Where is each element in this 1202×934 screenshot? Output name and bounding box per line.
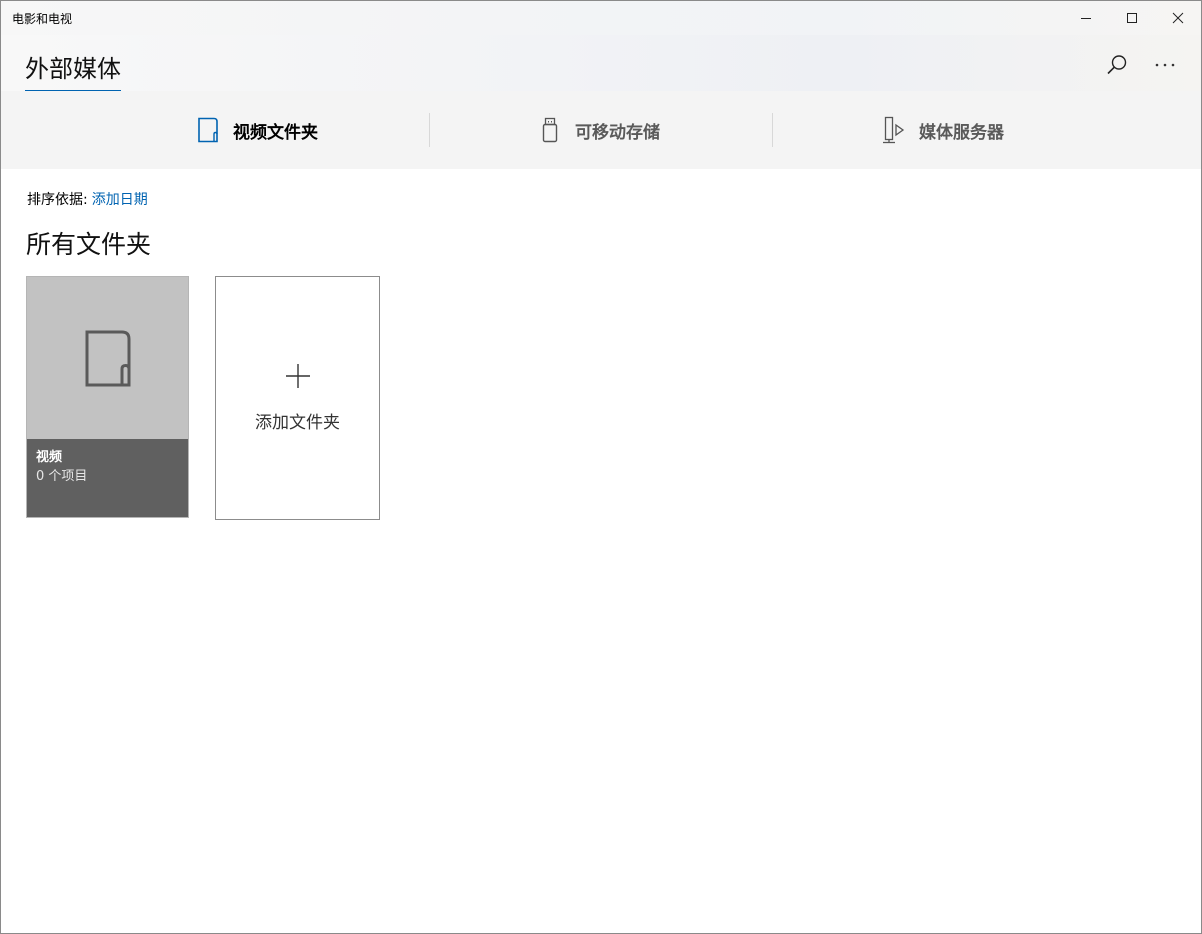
tab-label: 可移动存储 (575, 122, 660, 143)
section-title: 所有文件夹 (26, 230, 152, 259)
folder-tile[interactable]: 视频 0 个项目 (26, 276, 189, 518)
folder-item-count: 0 个项目 (36, 469, 88, 484)
tab-media-servers[interactable]: 媒体服务器 (881, 91, 1004, 169)
more-icon (1155, 63, 1175, 67)
app-title: 电影和电视 (12, 12, 73, 26)
folder-icon (195, 116, 221, 144)
tab-video-folders[interactable]: 视频文件夹 (195, 91, 318, 169)
folder-artwork (27, 277, 188, 441)
close-button[interactable] (1155, 1, 1201, 35)
search-icon (1107, 55, 1127, 75)
sort-dropdown[interactable]: 添加日期 (92, 192, 148, 208)
add-folder-label: 添加文件夹 (255, 413, 340, 433)
search-button[interactable] (1099, 49, 1135, 81)
page-header: 外部媒体 (1, 35, 1201, 93)
folder-name: 视频 (36, 450, 63, 465)
usb-drive-icon (537, 116, 563, 144)
sort-label: 排序依据: (27, 192, 88, 208)
maximize-icon (1127, 13, 1137, 23)
folder-icon (85, 330, 130, 387)
title-bar: 电影和电视 (1, 1, 1201, 35)
source-tab-bar: 视频文件夹 可移动存储 媒体服务器 (1, 91, 1201, 169)
tab-divider (429, 113, 430, 147)
folder-info: 视频 0 个项目 (27, 439, 188, 517)
tab-removable-storage[interactable]: 可移动存储 (537, 91, 660, 169)
add-folder-button[interactable]: 添加文件夹 (215, 276, 380, 520)
page-title: 外部媒体 (25, 49, 121, 93)
sort-control: 排序依据: 添加日期 (27, 189, 148, 209)
more-options-button[interactable] (1147, 49, 1183, 81)
minimize-icon (1081, 18, 1091, 19)
minimize-button[interactable] (1063, 1, 1109, 35)
tab-divider (772, 113, 773, 147)
close-icon (1172, 12, 1184, 24)
maximize-button[interactable] (1109, 1, 1155, 35)
media-server-icon (881, 116, 907, 144)
app-window: 电影和电视 外部媒体 视频文件夹 可移动存储 媒体服务器 排序依据: 添加日期 … (0, 0, 1202, 934)
tab-label: 视频文件夹 (233, 122, 318, 143)
tab-label: 媒体服务器 (919, 122, 1004, 143)
plus-icon (216, 363, 379, 389)
